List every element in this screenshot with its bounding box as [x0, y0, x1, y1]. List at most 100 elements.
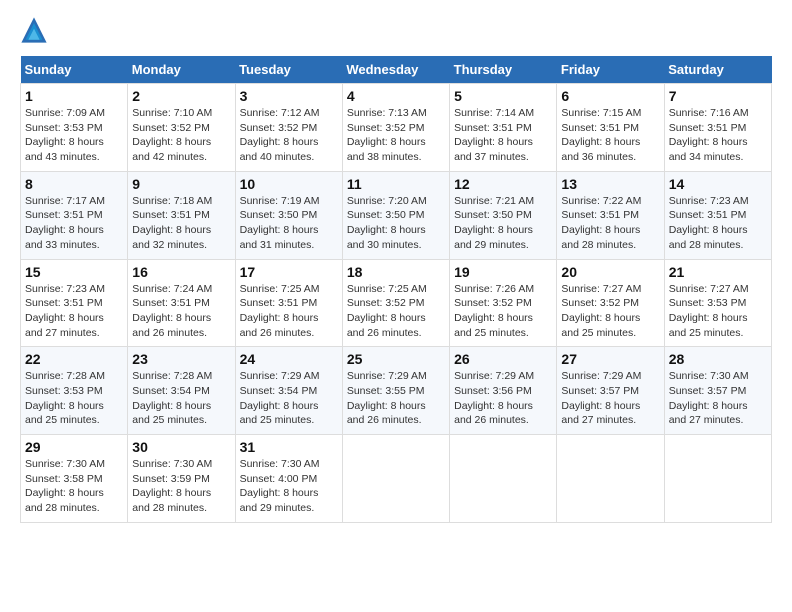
day-number: 29 — [25, 439, 123, 455]
day-number: 5 — [454, 88, 552, 104]
day-cell: 25 Sunrise: 7:29 AM Sunset: 3:55 PM Dayli… — [342, 347, 449, 435]
day-info: Sunrise: 7:27 AM Sunset: 3:53 PM Dayligh… — [669, 282, 767, 341]
day-info: Sunrise: 7:19 AM Sunset: 3:50 PM Dayligh… — [240, 194, 338, 253]
day-number: 25 — [347, 351, 445, 367]
day-info: Sunrise: 7:29 AM Sunset: 3:57 PM Dayligh… — [561, 369, 659, 428]
day-info: Sunrise: 7:29 AM Sunset: 3:54 PM Dayligh… — [240, 369, 338, 428]
day-number: 4 — [347, 88, 445, 104]
header — [20, 16, 772, 44]
day-info: Sunrise: 7:15 AM Sunset: 3:51 PM Dayligh… — [561, 106, 659, 165]
day-cell — [450, 435, 557, 523]
day-cell: 6 Sunrise: 7:15 AM Sunset: 3:51 PM Daylig… — [557, 84, 664, 172]
page: SundayMondayTuesdayWednesdayThursdayFrid… — [0, 0, 792, 533]
day-number: 22 — [25, 351, 123, 367]
day-info: Sunrise: 7:26 AM Sunset: 3:52 PM Dayligh… — [454, 282, 552, 341]
day-number: 12 — [454, 176, 552, 192]
day-cell: 23 Sunrise: 7:28 AM Sunset: 3:54 PM Dayli… — [128, 347, 235, 435]
header-row: SundayMondayTuesdayWednesdayThursdayFrid… — [21, 56, 772, 84]
day-info: Sunrise: 7:30 AM Sunset: 3:57 PM Dayligh… — [669, 369, 767, 428]
day-info: Sunrise: 7:28 AM Sunset: 3:53 PM Dayligh… — [25, 369, 123, 428]
day-number: 11 — [347, 176, 445, 192]
day-cell: 24 Sunrise: 7:29 AM Sunset: 3:54 PM Dayli… — [235, 347, 342, 435]
day-number: 1 — [25, 88, 123, 104]
day-info: Sunrise: 7:22 AM Sunset: 3:51 PM Dayligh… — [561, 194, 659, 253]
day-cell: 5 Sunrise: 7:14 AM Sunset: 3:51 PM Daylig… — [450, 84, 557, 172]
day-info: Sunrise: 7:23 AM Sunset: 3:51 PM Dayligh… — [25, 282, 123, 341]
day-cell: 1 Sunrise: 7:09 AM Sunset: 3:53 PM Daylig… — [21, 84, 128, 172]
day-info: Sunrise: 7:29 AM Sunset: 3:55 PM Dayligh… — [347, 369, 445, 428]
week-row-1: 1 Sunrise: 7:09 AM Sunset: 3:53 PM Daylig… — [21, 84, 772, 172]
col-header-saturday: Saturday — [664, 56, 771, 84]
day-cell: 20 Sunrise: 7:27 AM Sunset: 3:52 PM Dayli… — [557, 259, 664, 347]
day-number: 6 — [561, 88, 659, 104]
day-number: 8 — [25, 176, 123, 192]
day-info: Sunrise: 7:12 AM Sunset: 3:52 PM Dayligh… — [240, 106, 338, 165]
day-info: Sunrise: 7:27 AM Sunset: 3:52 PM Dayligh… — [561, 282, 659, 341]
day-cell: 29Sunrise: 7:30 AM Sunset: 3:58 PM Dayli… — [21, 435, 128, 523]
day-info: Sunrise: 7:17 AM Sunset: 3:51 PM Dayligh… — [25, 194, 123, 253]
day-info: Sunrise: 7:29 AM Sunset: 3:56 PM Dayligh… — [454, 369, 552, 428]
day-number: 24 — [240, 351, 338, 367]
day-cell: 7Sunrise: 7:16 AM Sunset: 3:51 PM Daylig… — [664, 84, 771, 172]
day-cell: 21 Sunrise: 7:27 AM Sunset: 3:53 PM Dayli… — [664, 259, 771, 347]
day-cell: 28 Sunrise: 7:30 AM Sunset: 3:57 PM Dayli… — [664, 347, 771, 435]
day-number: 7 — [669, 88, 767, 104]
day-number: 9 — [132, 176, 230, 192]
col-header-thursday: Thursday — [450, 56, 557, 84]
col-header-friday: Friday — [557, 56, 664, 84]
day-number: 26 — [454, 351, 552, 367]
day-cell: 3 Sunrise: 7:12 AM Sunset: 3:52 PM Daylig… — [235, 84, 342, 172]
col-header-tuesday: Tuesday — [235, 56, 342, 84]
day-number: 10 — [240, 176, 338, 192]
day-cell: 12 Sunrise: 7:21 AM Sunset: 3:50 PM Dayli… — [450, 171, 557, 259]
day-cell: 15Sunrise: 7:23 AM Sunset: 3:51 PM Dayli… — [21, 259, 128, 347]
week-row-5: 29Sunrise: 7:30 AM Sunset: 3:58 PM Dayli… — [21, 435, 772, 523]
day-number: 31 — [240, 439, 338, 455]
day-cell: 22 Sunrise: 7:28 AM Sunset: 3:53 PM Dayli… — [21, 347, 128, 435]
day-cell: 17 Sunrise: 7:25 AM Sunset: 3:51 PM Dayli… — [235, 259, 342, 347]
day-cell — [342, 435, 449, 523]
day-number: 17 — [240, 264, 338, 280]
day-cell: 26 Sunrise: 7:29 AM Sunset: 3:56 PM Dayli… — [450, 347, 557, 435]
logo-icon — [20, 16, 48, 44]
day-info: Sunrise: 7:09 AM Sunset: 3:53 PM Dayligh… — [25, 106, 123, 165]
day-number: 30 — [132, 439, 230, 455]
day-info: Sunrise: 7:25 AM Sunset: 3:52 PM Dayligh… — [347, 282, 445, 341]
day-info: Sunrise: 7:14 AM Sunset: 3:51 PM Dayligh… — [454, 106, 552, 165]
logo — [20, 16, 52, 44]
day-cell: 13Sunrise: 7:22 AM Sunset: 3:51 PM Dayli… — [557, 171, 664, 259]
day-info: Sunrise: 7:20 AM Sunset: 3:50 PM Dayligh… — [347, 194, 445, 253]
day-number: 20 — [561, 264, 659, 280]
day-number: 21 — [669, 264, 767, 280]
day-info: Sunrise: 7:18 AM Sunset: 3:51 PM Dayligh… — [132, 194, 230, 253]
day-info: Sunrise: 7:30 AM Sunset: 3:59 PM Dayligh… — [132, 457, 230, 516]
day-number: 28 — [669, 351, 767, 367]
day-cell: 8 Sunrise: 7:17 AM Sunset: 3:51 PM Daylig… — [21, 171, 128, 259]
day-info: Sunrise: 7:10 AM Sunset: 3:52 PM Dayligh… — [132, 106, 230, 165]
col-header-wednesday: Wednesday — [342, 56, 449, 84]
week-row-4: 22 Sunrise: 7:28 AM Sunset: 3:53 PM Dayli… — [21, 347, 772, 435]
day-cell — [557, 435, 664, 523]
day-info: Sunrise: 7:21 AM Sunset: 3:50 PM Dayligh… — [454, 194, 552, 253]
day-info: Sunrise: 7:30 AM Sunset: 4:00 PM Dayligh… — [240, 457, 338, 516]
day-cell: 30 Sunrise: 7:30 AM Sunset: 3:59 PM Dayli… — [128, 435, 235, 523]
day-number: 16 — [132, 264, 230, 280]
day-cell — [664, 435, 771, 523]
col-header-monday: Monday — [128, 56, 235, 84]
day-cell: 2Sunrise: 7:10 AM Sunset: 3:52 PM Daylig… — [128, 84, 235, 172]
day-cell: 18Sunrise: 7:25 AM Sunset: 3:52 PM Dayli… — [342, 259, 449, 347]
day-cell: 31 Sunrise: 7:30 AM Sunset: 4:00 PM Dayli… — [235, 435, 342, 523]
day-info: Sunrise: 7:25 AM Sunset: 3:51 PM Dayligh… — [240, 282, 338, 341]
day-cell: 27 Sunrise: 7:29 AM Sunset: 3:57 PM Dayli… — [557, 347, 664, 435]
day-number: 3 — [240, 88, 338, 104]
col-header-sunday: Sunday — [21, 56, 128, 84]
calendar-table: SundayMondayTuesdayWednesdayThursdayFrid… — [20, 56, 772, 523]
day-info: Sunrise: 7:23 AM Sunset: 3:51 PM Dayligh… — [669, 194, 767, 253]
week-row-3: 15Sunrise: 7:23 AM Sunset: 3:51 PM Dayli… — [21, 259, 772, 347]
day-info: Sunrise: 7:28 AM Sunset: 3:54 PM Dayligh… — [132, 369, 230, 428]
day-number: 23 — [132, 351, 230, 367]
day-number: 27 — [561, 351, 659, 367]
day-number: 14 — [669, 176, 767, 192]
day-info: Sunrise: 7:24 AM Sunset: 3:51 PM Dayligh… — [132, 282, 230, 341]
day-cell: 19Sunrise: 7:26 AM Sunset: 3:52 PM Dayli… — [450, 259, 557, 347]
